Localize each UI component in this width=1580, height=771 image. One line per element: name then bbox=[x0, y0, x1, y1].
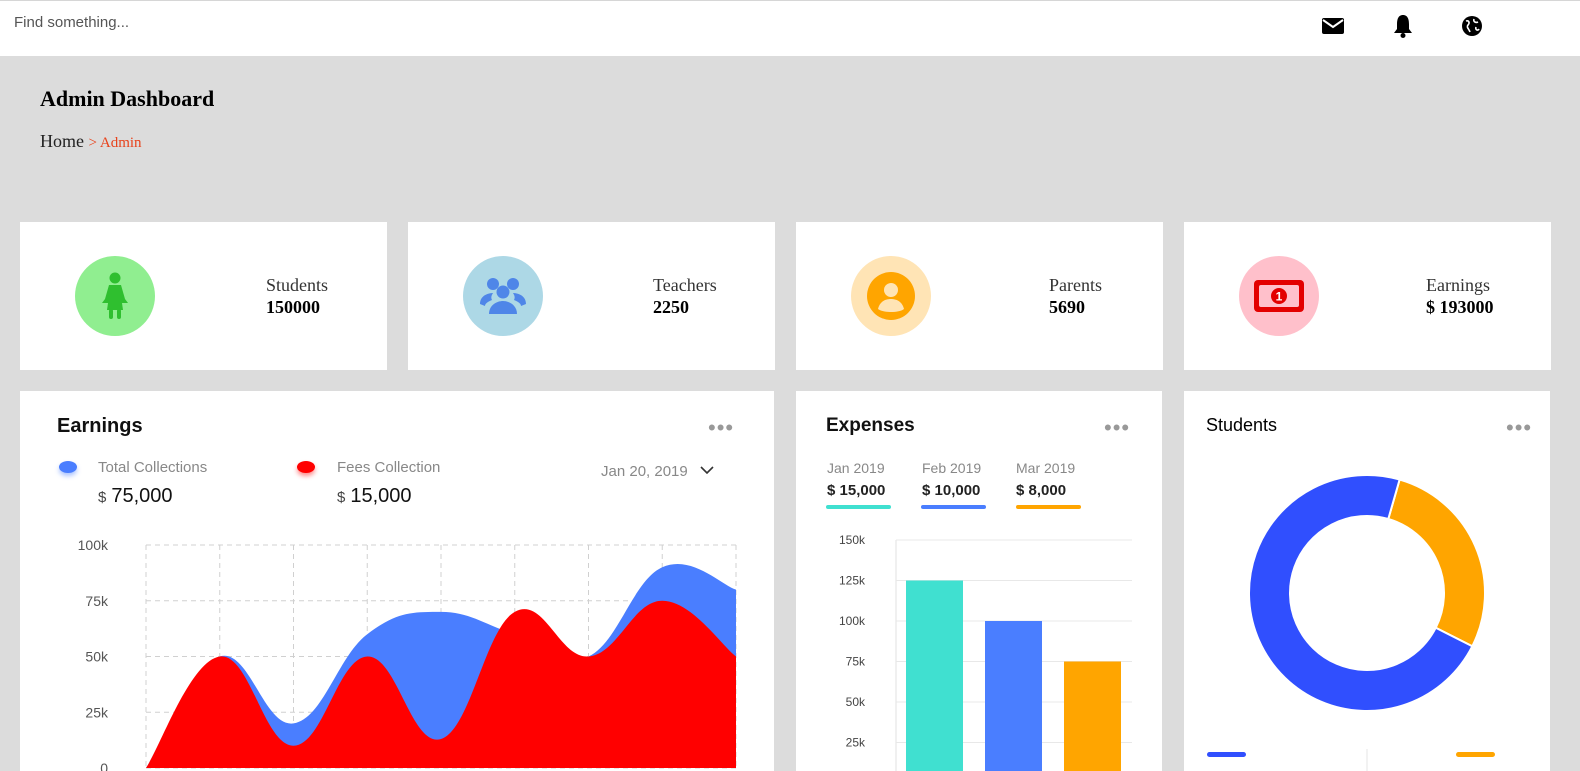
teachers-value: 2250 bbox=[653, 297, 689, 317]
breadcrumb-home[interactable]: Home bbox=[40, 131, 84, 151]
legend-swatch bbox=[1207, 752, 1246, 757]
earnings-label: Earnings bbox=[1426, 275, 1490, 295]
parents-stat-card: Parents 5690 bbox=[796, 222, 1163, 370]
breadcrumb: Home > Admin bbox=[40, 131, 142, 152]
donut-slice bbox=[1387, 478, 1486, 648]
svg-text:1: 1 bbox=[1276, 290, 1283, 304]
globe-icon[interactable] bbox=[1460, 14, 1484, 38]
students-stat-card: Students 150000 bbox=[20, 222, 387, 370]
y-tick-label: 25k bbox=[85, 704, 109, 720]
money-icon: 1 bbox=[1239, 256, 1319, 336]
y-tick-label: 125k bbox=[839, 574, 866, 588]
y-tick-label: 75k bbox=[846, 655, 866, 669]
expense-bar bbox=[1064, 661, 1121, 771]
page-title: Admin Dashboard bbox=[40, 86, 215, 111]
teachers-icon bbox=[463, 256, 543, 336]
y-tick-label: 0 bbox=[100, 760, 108, 771]
teachers-stat-card: Teachers 2250 bbox=[408, 222, 775, 370]
envelope-icon[interactable] bbox=[1321, 14, 1345, 38]
top-bar bbox=[0, 0, 1580, 56]
parents-label: Parents bbox=[1049, 275, 1102, 295]
bell-icon[interactable] bbox=[1391, 14, 1415, 38]
y-tick-label: 50k bbox=[846, 695, 866, 709]
y-tick-label: 100k bbox=[839, 614, 866, 628]
students-panel: Students ••• bbox=[1184, 391, 1550, 771]
earnings-area-chart: 0 25k 50k 75k 100k bbox=[78, 537, 737, 771]
earnings-panel: Earnings ••• Total Collections $75,000 F… bbox=[20, 391, 774, 771]
expenses-bar-chart: 25k 50k 75k 100k 125k 150k bbox=[839, 533, 1132, 771]
earnings-stat-card: 1 Earnings $ 193000 bbox=[1184, 222, 1551, 370]
students-label: Students bbox=[266, 275, 329, 295]
legend-swatch bbox=[1456, 752, 1495, 757]
student-icon bbox=[75, 256, 155, 336]
parent-icon bbox=[851, 256, 931, 336]
y-tick-label: 100k bbox=[78, 537, 109, 553]
search-input[interactable] bbox=[14, 11, 414, 33]
expense-bar bbox=[985, 621, 1042, 771]
students-donut-chart bbox=[1207, 474, 1495, 771]
y-tick-label: 50k bbox=[85, 649, 109, 665]
y-tick-label: 75k bbox=[85, 593, 109, 609]
breadcrumb-current: > Admin bbox=[88, 135, 142, 151]
y-tick-label: 25k bbox=[846, 736, 866, 750]
y-tick-label: 150k bbox=[839, 533, 866, 547]
expenses-panel: Expenses ••• Jan 2019 $ 15,000 Feb 2019 … bbox=[796, 391, 1162, 771]
teachers-label: Teachers bbox=[653, 275, 717, 295]
expense-bar bbox=[906, 580, 963, 771]
students-value: 150000 bbox=[266, 297, 320, 317]
earnings-value: $ 193000 bbox=[1426, 297, 1494, 317]
parents-value: 5690 bbox=[1049, 297, 1085, 317]
